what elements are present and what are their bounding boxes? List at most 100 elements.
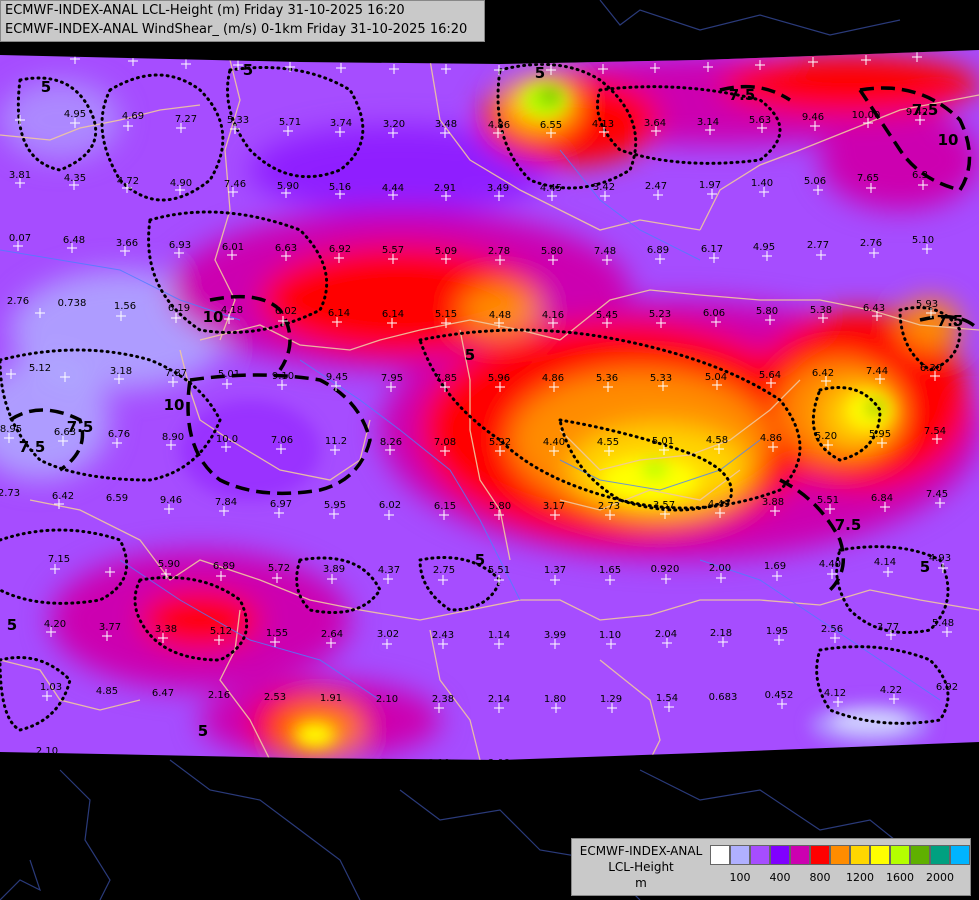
shear-value: 6.92 <box>936 682 958 693</box>
shear-value: 5.71 <box>279 117 301 128</box>
shear-value: 4.93 <box>929 553 951 564</box>
shear-value: 3.14 <box>697 117 719 128</box>
shear-value: 5.80 <box>489 501 511 512</box>
shear-value: 9.45 <box>326 372 348 383</box>
shear-value: 4.35 <box>64 173 86 184</box>
shear-value: 2.75 <box>433 565 455 576</box>
contour-label: 10 <box>164 396 185 414</box>
shear-value: 5.90 <box>158 559 180 570</box>
shear-value: 2.53 <box>264 692 286 703</box>
legend-swatch <box>790 845 810 865</box>
shear-value: 2.00 <box>709 563 731 574</box>
shear-value: 6.55 <box>540 120 562 131</box>
shear-value: 9.10 <box>272 371 294 382</box>
legend-labels: ECMWF-INDEX-ANAL LCL-Height m <box>576 843 706 891</box>
shear-value: 1.55 <box>266 628 288 639</box>
shear-value: 6.30 <box>920 363 942 374</box>
shear-value: 10.00 <box>852 110 881 121</box>
shear-value: 8.95 <box>0 424 22 435</box>
shear-value: 3.17 <box>543 501 565 512</box>
shear-value: 1.56 <box>114 301 136 312</box>
legend-variable: LCL-Height <box>608 860 674 874</box>
shear-value: 5.63 <box>749 115 771 126</box>
legend-swatch <box>750 845 770 865</box>
shear-value: 10.0 <box>216 434 238 445</box>
shear-value: 5.23 <box>649 309 671 320</box>
shear-value: 2.73 <box>0 488 20 499</box>
shear-value: 6.3 <box>912 170 928 181</box>
shear-value: 5.92 <box>489 437 511 448</box>
legend-swatch <box>810 845 830 865</box>
shear-value: 3.42 <box>593 182 615 193</box>
shear-value: 4.20 <box>44 619 66 630</box>
shear-value: 5.10 <box>912 235 934 246</box>
shear-value: 4.37 <box>378 565 400 576</box>
shear-value: 2.76 <box>860 238 882 249</box>
shear-value: 6.76 <box>108 429 130 440</box>
title-lcl-height: ECMWF-INDEX-ANAL LCL-Height (m) Friday 3… <box>5 3 405 18</box>
shear-value: 3.77 <box>877 622 899 633</box>
shear-value: 5.64 <box>759 370 781 381</box>
shear-value: 4.86 <box>542 373 564 384</box>
shear-value: 1.65 <box>599 565 621 576</box>
shear-value: 5.16 <box>329 182 351 193</box>
shear-value: 3.48 <box>435 119 457 130</box>
shear-value: 6.84 <box>871 493 893 504</box>
shear-value: 5.45 <box>596 310 618 321</box>
shear-value: 4.48 <box>489 310 511 321</box>
shear-value: 7.48 <box>594 246 616 257</box>
shear-value: 1.03 <box>40 682 62 693</box>
shear-value: 6.89 <box>213 561 235 572</box>
shear-value: 2.04 <box>655 629 677 640</box>
shear-value: 2.77 <box>807 240 829 251</box>
shear-value: 6.92 <box>329 244 351 255</box>
shear-value: 5.72 <box>268 563 290 574</box>
shear-value: 0.683 <box>709 692 738 703</box>
shear-value: 2.43 <box>432 630 454 641</box>
legend-tick-label: 800 <box>809 871 831 884</box>
shear-value: 2.18 <box>710 628 732 639</box>
shear-value: 7.06 <box>271 435 293 446</box>
lcl-height-field: 4.95 4.69 7.27 5.33 5.71 3.74 3.20 3.48 4.86 6.55… <box>0 50 979 760</box>
shear-value: 3.66 <box>116 238 138 249</box>
legend-tick-label: 1600 <box>886 871 914 884</box>
shear-value: 3.02 <box>377 629 399 640</box>
shear-value: 0.452 <box>765 690 794 701</box>
contour-label: 5 <box>475 551 485 569</box>
shear-value: 5.36 <box>596 373 618 384</box>
shear-value: 1.29 <box>600 694 622 705</box>
shear-value: 4.86 <box>760 433 782 444</box>
contour-label: 5 <box>198 722 208 740</box>
legend-swatch <box>770 845 790 865</box>
shear-value: 2.47 <box>645 181 667 192</box>
contour-label: 5 <box>41 78 51 96</box>
shear-value: 4.14 <box>874 557 896 568</box>
contour-label: 7.5 <box>912 101 939 119</box>
shear-value: 3.49 <box>487 183 509 194</box>
legend-unit: m <box>635 876 647 890</box>
shear-value: 0.07 <box>9 233 31 244</box>
shear-value: 5.20 <box>815 431 837 442</box>
shear-value: 7.27 <box>175 114 197 125</box>
weather-map: 4.95 4.69 7.27 5.33 5.71 3.74 3.20 3.48 4.86 6.55… <box>0 0 979 900</box>
shear-value: 6.59 <box>106 493 128 504</box>
shear-value: 5.06 <box>804 176 826 187</box>
shear-value: 6.47 <box>152 688 174 699</box>
shear-value: 9.46 <box>160 495 182 506</box>
shear-value: 6.01 <box>222 242 244 253</box>
shear-value: 5.95 <box>324 500 346 511</box>
shear-value: 5.38 <box>810 305 832 316</box>
shear-value: 7.46 <box>224 179 246 190</box>
shear-value: 6.14 <box>328 308 350 319</box>
legend-ticks: 100 400 800 1200 1600 2000 <box>710 871 970 887</box>
legend-swatch <box>950 845 970 865</box>
shear-value: 6.42 <box>812 368 834 379</box>
shear-value: 5.12 <box>210 626 232 637</box>
shear-value: 6.89 <box>647 245 669 256</box>
contour-label: 7.5 <box>835 516 862 534</box>
legend-swatch <box>730 845 750 865</box>
shear-value: 5.04 <box>705 372 727 383</box>
shear-value: 2.78 <box>488 246 510 257</box>
contour-label: 5 <box>920 558 930 576</box>
legend-tick-label: 100 <box>729 871 751 884</box>
